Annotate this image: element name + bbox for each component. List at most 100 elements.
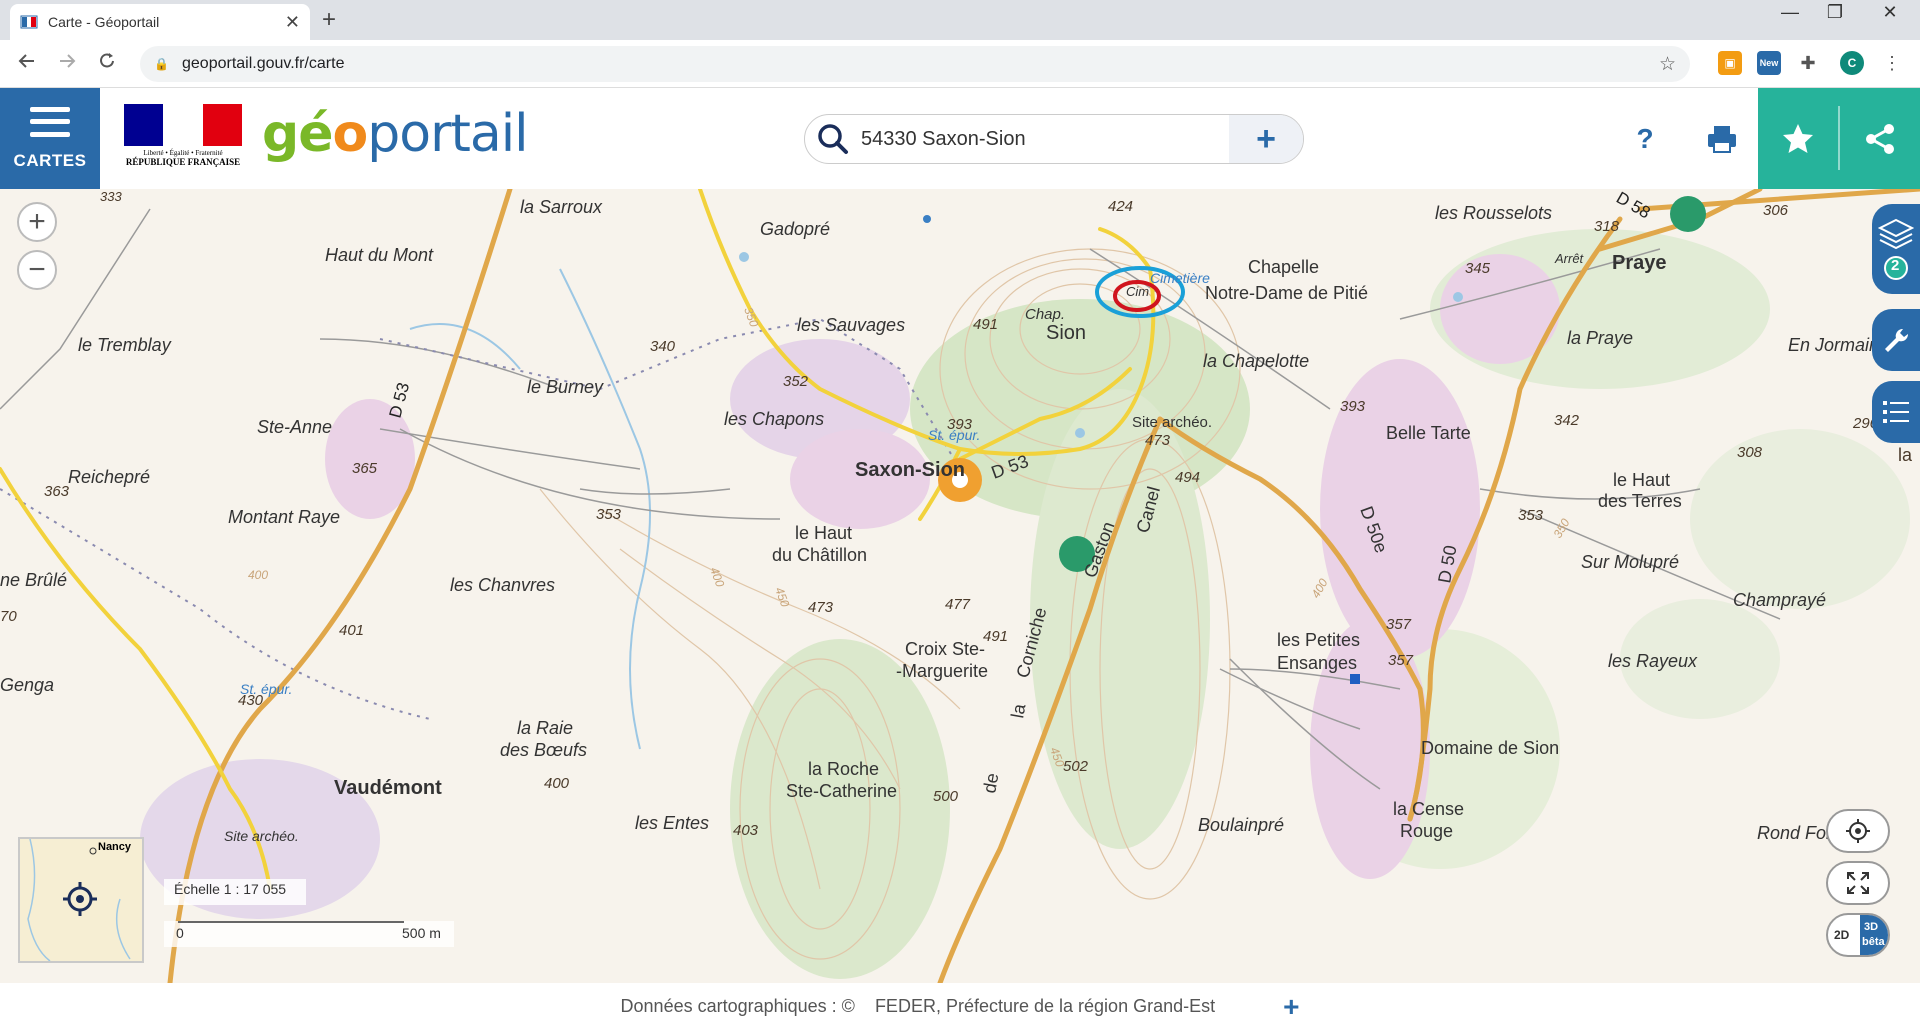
map-label: la Roche (808, 759, 879, 779)
map-label: Site archéo. (1132, 414, 1212, 431)
map-label: Montant Raye (228, 507, 340, 527)
favorites-share-group (1758, 88, 1920, 189)
republique-francaise-logo[interactable]: Liberté • Égalité • Fraternité RÉPUBLIQU… (124, 104, 242, 174)
layers-panel-tab[interactable]: 2 (1872, 204, 1920, 294)
map-label: Chap. (1025, 306, 1065, 323)
scale-start: 0 (176, 925, 184, 941)
zoom-in-button[interactable]: + (17, 202, 57, 242)
map-label: les Entes (635, 813, 709, 833)
bookmark-star-icon[interactable]: ☆ (1659, 53, 1676, 76)
logo-portail: portail (367, 104, 528, 164)
elevation-label: 491 (973, 316, 998, 333)
map-label: des Terres (1598, 491, 1682, 511)
elevation-label: 333 (100, 189, 122, 204)
marianne-flag (124, 104, 242, 146)
cartes-menu-button[interactable]: CARTES (0, 88, 100, 189)
map-label: le Burney (527, 377, 604, 397)
minimap-city-label: Nancy (98, 841, 132, 853)
close-tab-icon[interactable]: ✕ (285, 12, 300, 33)
list-icon (1883, 401, 1909, 423)
reload-icon[interactable] (96, 50, 118, 72)
map-canvas[interactable]: la Sarroux Gadopré Haut du Mont le Tremb… (0, 189, 1920, 983)
geolocate-button[interactable] (1826, 809, 1890, 853)
browser-menu-icon[interactable]: ⋮ (1880, 51, 1904, 75)
scale-bar: 0 500 m (164, 921, 454, 947)
map-label: du Châtillon (772, 545, 867, 565)
map-label: Ensanges (1277, 653, 1357, 673)
browser-address-bar: 🔒 geoportail.gouv.fr/carte ☆ ▣ New ✚ C ⋮ (0, 40, 1920, 88)
share-icon[interactable] (1840, 88, 1920, 189)
elevation-label: 353 (596, 506, 622, 523)
map-label: Gadopré (760, 219, 830, 239)
print-icon[interactable] (1697, 114, 1747, 164)
scale-end: 500 m (402, 925, 441, 941)
scale-label: Échelle 1 : 17 055 (164, 879, 306, 905)
star-icon[interactable] (1758, 88, 1838, 189)
map-label: Saxon-Sion (855, 459, 965, 481)
map-label: Cim (1126, 284, 1149, 299)
map-label: la Chapelotte (1203, 351, 1309, 371)
elevation-label: 353 (1518, 507, 1544, 524)
url-bar[interactable]: 🔒 geoportail.gouv.fr/carte ☆ (140, 46, 1690, 82)
close-window-button[interactable]: ✕ (1870, 2, 1910, 23)
bag-extension-icon[interactable]: ▣ (1718, 51, 1742, 75)
browser-tab[interactable]: Carte - Géoportail ✕ (10, 4, 310, 40)
elevation-label: 430 (238, 692, 264, 709)
search-bar: + (804, 114, 1304, 164)
elevation-label: 400 (544, 775, 570, 792)
elevation-label: 491 (983, 628, 1008, 645)
map-label: Vaudémont (334, 777, 442, 799)
elevation-label: 494 (1175, 469, 1200, 486)
maximize-window-button[interactable]: ❐ (1815, 2, 1855, 23)
search-icon[interactable] (813, 119, 853, 159)
minimize-window-button[interactable]: — (1770, 2, 1810, 23)
map-label: Arrêt (1554, 251, 1585, 266)
legend-panel-tab[interactable] (1872, 381, 1920, 443)
elevation-label: 393 (947, 416, 973, 433)
map-label: Rouge (1400, 821, 1453, 841)
forward-icon[interactable] (56, 50, 78, 72)
elevation-label: 363 (44, 483, 70, 500)
new-tab-button[interactable]: + (322, 6, 336, 34)
elevation-label: 477 (945, 596, 971, 613)
crosshair-icon (1846, 819, 1870, 843)
elevation-label: 473 (808, 599, 834, 616)
attribution-source-feder[interactable]: FEDER (875, 996, 936, 1017)
search-input[interactable] (853, 127, 1213, 151)
help-button[interactable]: ? (1620, 114, 1670, 164)
map-label: Sur Molupré (1581, 552, 1679, 572)
elevation-label: 473 (1145, 432, 1171, 449)
profile-avatar[interactable]: C (1840, 51, 1864, 75)
expand-icon (1847, 872, 1869, 894)
tab-title: Carte - Géoportail (48, 14, 160, 30)
map-label: la Cense (1393, 799, 1464, 819)
elevation-label: 342 (1554, 412, 1580, 429)
attribution-more-button[interactable]: + (1283, 991, 1299, 1023)
puzzle-extension-icon[interactable]: ✚ (1796, 51, 1820, 75)
cartes-menu-label: CARTES (13, 150, 87, 170)
map-label: la Sarroux (520, 197, 603, 217)
view-2d-3d-toggle[interactable]: 2D 3D bêta (1826, 913, 1890, 957)
geoportail-favicon-icon (20, 15, 38, 29)
wrench-icon (1885, 328, 1909, 352)
attribution-source-prefecture[interactable]: Préfecture de la région Grand-Est (946, 996, 1215, 1017)
attribution-footer: Données cartographiques : © FEDER , Préf… (0, 983, 1920, 1030)
advanced-search-button[interactable]: + (1229, 115, 1303, 163)
logo-o: o (332, 104, 369, 164)
back-icon[interactable] (16, 50, 38, 72)
geoportail-logo[interactable]: géoportail (262, 104, 529, 164)
overview-minimap[interactable]: Nancy (18, 837, 144, 963)
zoom-out-button[interactable]: − (17, 250, 57, 290)
map-label: Praye (1612, 252, 1667, 274)
new-extension-icon[interactable]: New (1757, 51, 1781, 75)
tools-panel-tab[interactable] (1872, 309, 1920, 371)
map-label: En Jormain (1788, 335, 1879, 355)
map-label: Notre-Dame de Pitié (1205, 283, 1368, 303)
fullscreen-button[interactable] (1826, 861, 1890, 905)
map-label: des Bœufs (500, 740, 587, 760)
map-label: le Haut (1613, 470, 1670, 490)
elevation-label: 357 (1386, 616, 1412, 633)
marianne-motto: Liberté • Égalité • Fraternité (143, 149, 223, 157)
geoportail-header: CARTES Liberté • Égalité • Fraternité RÉ… (0, 88, 1920, 189)
hamburger-icon (30, 106, 70, 137)
